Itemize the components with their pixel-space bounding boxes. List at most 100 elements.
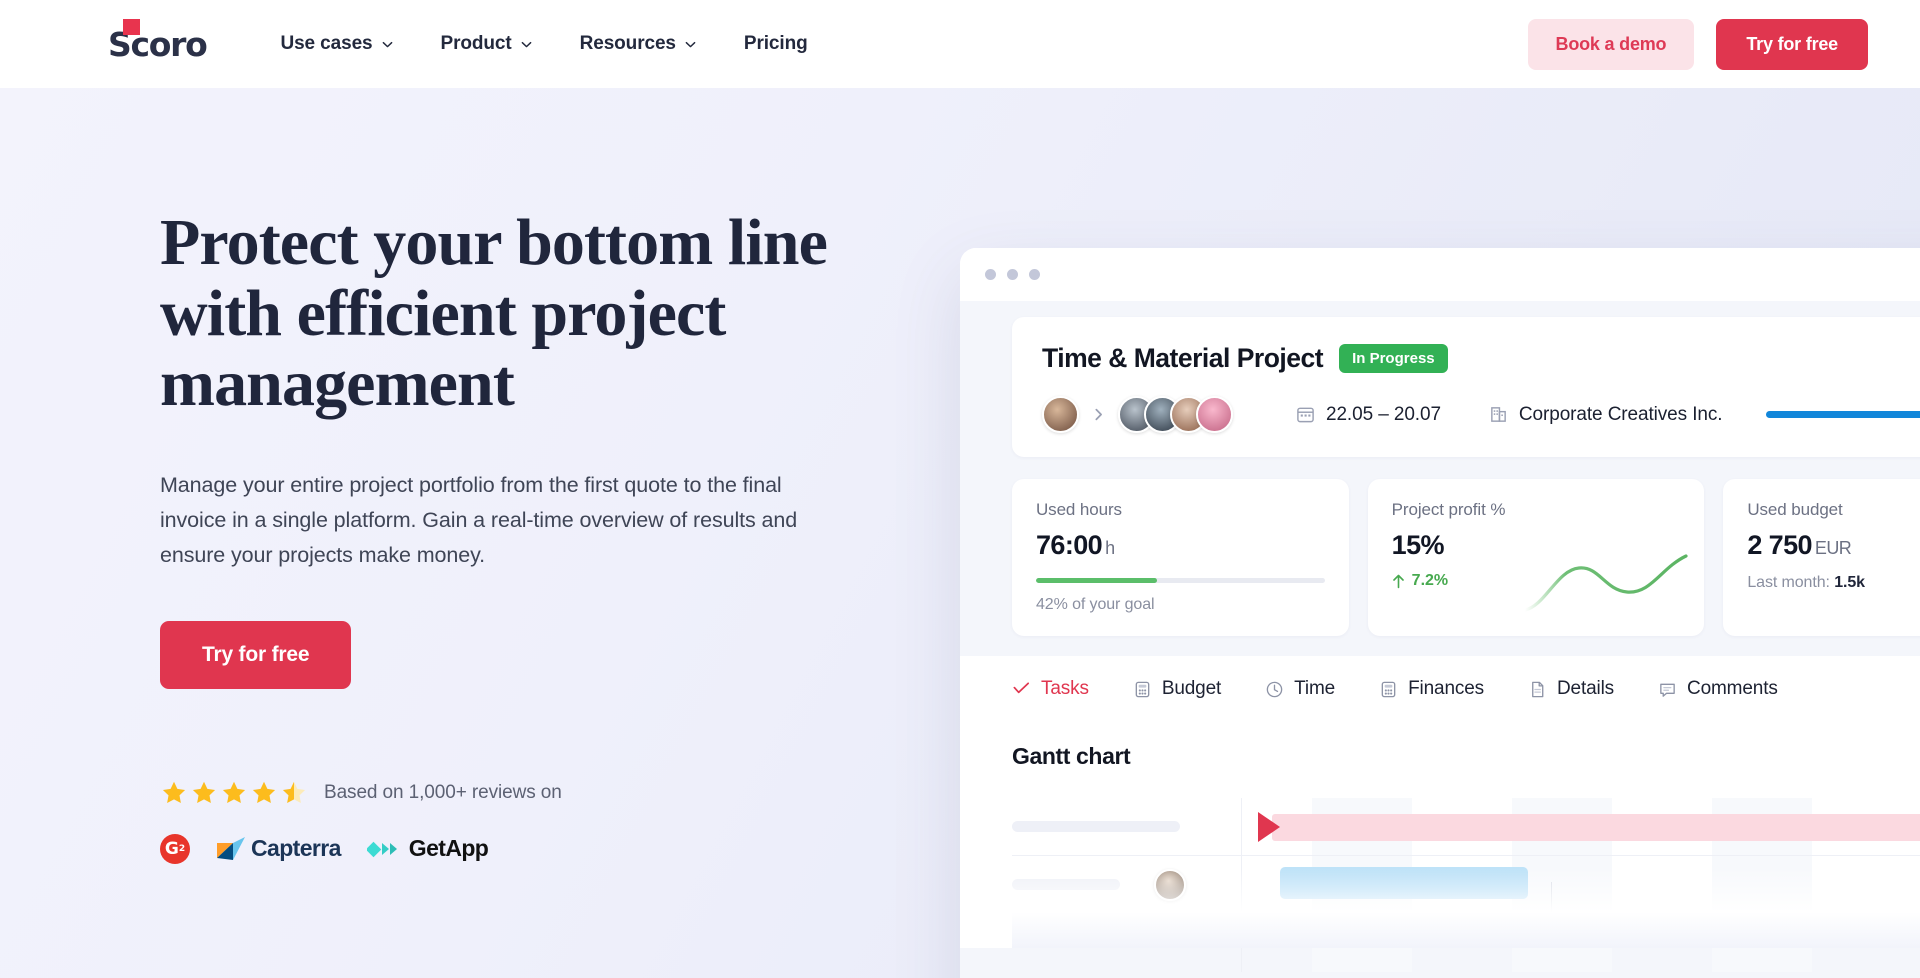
project-progress-bar (1766, 411, 1920, 418)
gantt-row-label (1012, 798, 1242, 855)
social-proof: Based on 1,000+ reviews on G2 Capterra G… (160, 779, 900, 864)
chevron-right-icon (1092, 408, 1105, 421)
skeleton-bar (1012, 879, 1120, 890)
kpi-cards: Used hours 76:00 h 42% of your goal Proje… (1012, 479, 1920, 636)
gantt-timeline (1242, 856, 1920, 922)
kpi-note-value: 1.5k (1834, 574, 1865, 591)
gantt-section: Gantt chart (960, 721, 1920, 972)
clock-icon (1266, 681, 1283, 697)
tab-details[interactable]: Details (1528, 678, 1614, 700)
nav-links: Use cases Product Resources Pricing (280, 33, 807, 55)
check-icon (1013, 681, 1030, 693)
try-for-free-button-nav[interactable]: Try for free (1716, 18, 1868, 70)
star-half-icon (282, 781, 306, 803)
arrow-up-icon (1392, 574, 1404, 588)
app-body: Time & Material Project In Progress 22.0… (960, 301, 1920, 978)
gantt-milestone-bar[interactable] (1272, 814, 1920, 841)
scoro-logo[interactable]: Scoro (108, 18, 208, 61)
gantt-row[interactable] (1012, 856, 1920, 922)
rating-row: Based on 1,000+ reviews on (160, 779, 900, 807)
tab-budget[interactable]: Budget (1133, 678, 1221, 700)
gantt-row[interactable] (1012, 910, 1920, 972)
nav-item-pricing[interactable]: Pricing (744, 33, 808, 55)
review-platform-logos: G2 Capterra GetApp (160, 833, 900, 864)
star-icon (192, 781, 216, 803)
kpi-progress-track (1036, 578, 1325, 583)
page-title: Protect your bottom line with efficient … (160, 206, 828, 421)
gantt-task-bar[interactable] (1280, 867, 1528, 899)
chevron-down-icon (521, 39, 532, 50)
tab-label: Details (1556, 678, 1615, 699)
tab-finances[interactable]: Finances (1379, 678, 1484, 700)
window-titlebar (960, 248, 1920, 301)
comment-icon (1660, 683, 1675, 697)
tab-tasks[interactable]: Tasks (1012, 678, 1089, 700)
nav-item-label: Resources (579, 33, 676, 54)
kpi-card-project-profit: Project profit % 15% 7.2% (1367, 479, 1705, 636)
nav-item-use-cases[interactable]: Use cases (280, 33, 392, 55)
gantt-row-label (1012, 856, 1242, 913)
kpi-label: Used hours (1036, 500, 1122, 519)
getapp-label: GetApp (408, 835, 489, 862)
hero-subtext: Manage your entire project portfolio fro… (160, 472, 798, 567)
kpi-note: Last month: 1.5k (1747, 574, 1920, 592)
gantt-milestone-marker[interactable] (1258, 812, 1280, 842)
kpi-card-used-hours: Used hours 76:00 h 42% of your goal (1012, 479, 1349, 636)
project-header-card: Time & Material Project In Progress 22.0… (1012, 317, 1920, 457)
try-for-free-button-hero[interactable]: Try for free (160, 620, 352, 689)
avatar (1154, 910, 1186, 942)
gantt-title: Gantt chart (1012, 743, 1131, 769)
avatar-group[interactable] (1042, 396, 1233, 433)
kpi-card-used-budget: Used budget 2 750EUR Last month: 1.5k 70… (1723, 479, 1920, 636)
kpi-progress-fill (1036, 578, 1158, 583)
kpi-value-row: 2 750 EUR (1747, 530, 1920, 561)
avatar (1196, 396, 1233, 433)
status-badge: In Progress (1339, 344, 1448, 373)
nav-actions: Book a demo Try for free (1527, 18, 1868, 70)
star-icon (222, 781, 246, 803)
tab-time[interactable]: Time (1265, 678, 1335, 700)
gantt-timeline (1242, 914, 1920, 972)
kpi-unit: EUR (1814, 538, 1852, 558)
gantt-column (1712, 856, 1812, 913)
kpi-value-row: 76:00 h (1036, 530, 1325, 561)
gantt-grid (1012, 798, 1920, 972)
tab-label: Finances (1408, 678, 1484, 699)
rating-text: Based on 1,000+ reviews on (324, 781, 562, 803)
capterra-logo[interactable]: Capterra (216, 835, 341, 862)
getapp-logo[interactable]: GetApp (366, 835, 489, 862)
project-tabs: Tasks Budget Time Finances Details Comme… (960, 656, 1920, 721)
chevron-down-icon (382, 39, 393, 50)
kpi-label: Used budget (1747, 500, 1843, 519)
nav-item-product[interactable]: Product (441, 33, 532, 55)
hero-content: Protect your bottom line with efficient … (160, 206, 900, 864)
project-title: Time & Material Project (1042, 343, 1324, 373)
kpi-unit: h (1105, 538, 1115, 558)
kpi-label: Project profit % (1391, 500, 1506, 519)
tab-label: Budget (1161, 678, 1222, 699)
calculator-icon (1135, 681, 1150, 697)
avatar (1154, 868, 1186, 901)
nav-item-resources[interactable]: Resources (580, 33, 696, 55)
star-icon (162, 781, 186, 803)
g2-logo[interactable]: G2 (160, 833, 190, 864)
gantt-row[interactable] (1012, 798, 1920, 856)
tab-comments[interactable]: Comments (1658, 678, 1778, 700)
project-client: Corporate Creatives Inc. (1489, 404, 1723, 426)
window-dot (1029, 269, 1040, 280)
calendar-icon (1297, 407, 1314, 423)
sparkline-chart (1523, 554, 1688, 612)
team-avatars (1118, 396, 1233, 433)
app-mockup-window: Time & Material Project In Progress 22.0… (960, 248, 1920, 978)
project-meta-row: 22.05 – 20.07 Corporate Creatives Inc. (1042, 396, 1920, 433)
gantt-task-bar[interactable] (1552, 916, 1782, 948)
window-dot (1007, 269, 1018, 280)
star-icon (252, 781, 276, 803)
calculator-icon (1381, 681, 1396, 697)
building-icon (1491, 407, 1506, 422)
kpi-note: 42% of your goal (1036, 596, 1155, 613)
getapp-icon (366, 841, 397, 858)
book-demo-button[interactable]: Book a demo (1527, 18, 1695, 70)
progress-fill (1766, 411, 1920, 418)
skeleton-bar (1012, 821, 1180, 832)
